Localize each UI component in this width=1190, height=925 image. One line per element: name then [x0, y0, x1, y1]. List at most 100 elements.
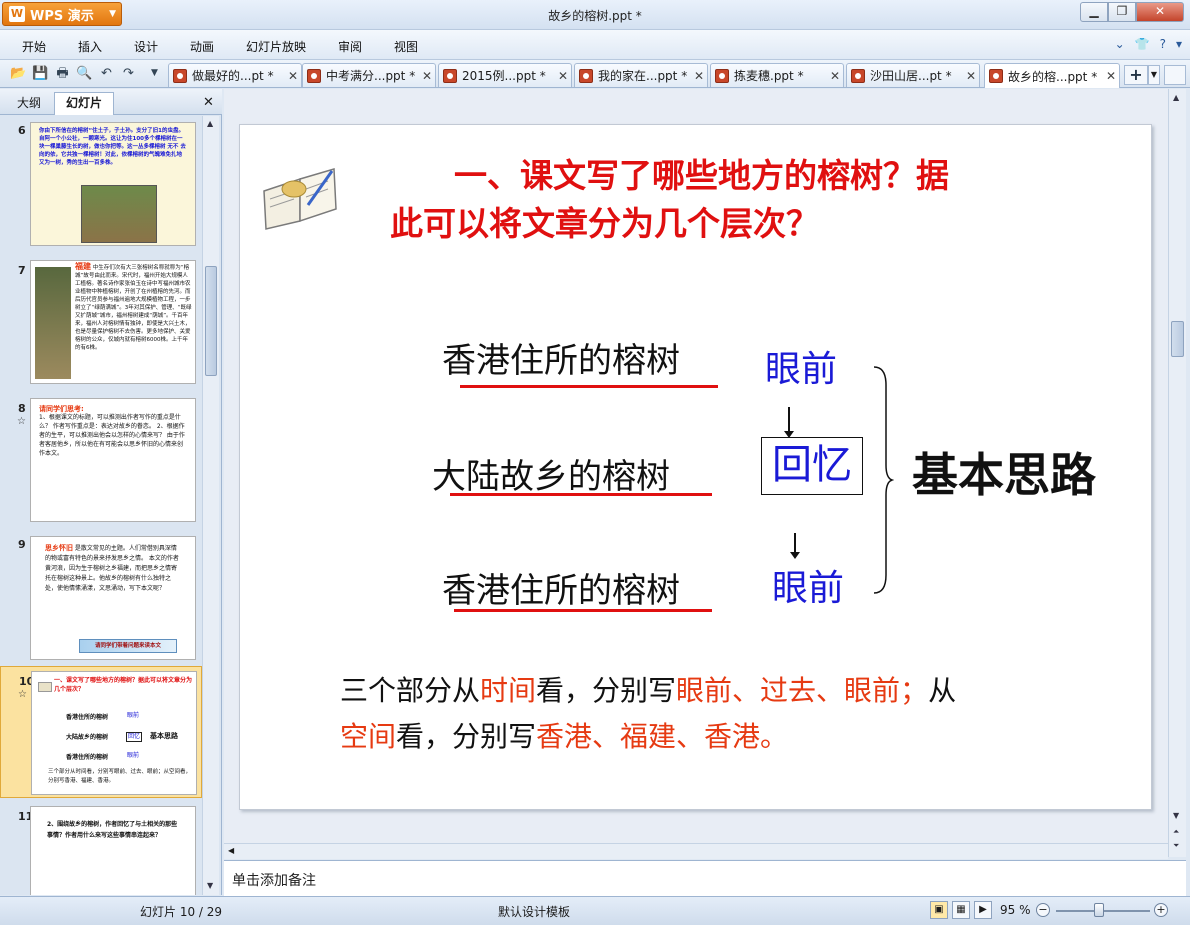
chevron-down-icon[interactable]: ⌄ [1115, 37, 1125, 51]
slide-sorter-view-button[interactable]: ▦ [952, 901, 970, 919]
ppt-file-icon [173, 68, 187, 83]
place-underline [460, 385, 718, 388]
doc-tab-label: 2015例...ppt * [462, 69, 546, 83]
scrollbar-thumb[interactable] [205, 266, 217, 376]
thumbnail-preview: 福建 中生存们次有大三张榕树名称就称为“榕城”故号由此而来。宋代时，福州开始大规… [30, 260, 196, 384]
thumbnail-text: 你由下所信在的榕树“住土子，子土孙。支分了旧1的虫盘。自阿一个小公社，一颗寒光。… [39, 128, 186, 166]
scrollbar-thumb[interactable] [1171, 321, 1184, 357]
body-text-highlight: 空间 [340, 720, 397, 753]
arrow-down-icon [790, 552, 800, 559]
open-folder-icon[interactable]: 📂 [10, 65, 27, 82]
menu-item-view[interactable]: 视图 [394, 38, 418, 55]
previous-slide-icon[interactable]: ⏶ [1173, 827, 1179, 837]
doc-tab-1[interactable]: 做最好的...pt * ✕ [168, 63, 302, 87]
print-icon[interactable]: 🖶 [54, 65, 71, 82]
save-icon[interactable]: 💾 [32, 65, 49, 82]
slideshow-view-button[interactable]: ▶ [974, 901, 992, 919]
body-text-highlight: 时间 [480, 674, 537, 707]
panel-tabs: 大纲 幻灯片 ✕ [0, 89, 222, 115]
scroll-down-icon[interactable]: ▼ [207, 881, 213, 890]
slide-panel: 大纲 幻灯片 ✕ 6 你由下所信在的榕树“住土子，子土孙。支分了旧1的虫盘。自阿… [0, 89, 222, 895]
undo-icon[interactable]: ↶ [98, 65, 115, 82]
slide-number: 6 [18, 124, 26, 137]
doc-tab-6[interactable]: 沙田山居...pt * ✕ [846, 63, 980, 87]
animation-star-icon: ☆ [18, 689, 27, 700]
close-tab-icon[interactable]: ✕ [1103, 69, 1119, 83]
right-brace [873, 366, 894, 594]
skin-icon[interactable]: 👕 [1135, 37, 1150, 51]
menu-bar: 开始 插入 设计 动画 幻灯片放映 审阅 视图 ⌄ 👕 ? ▾ [0, 30, 1190, 60]
menu-item-design[interactable]: 设计 [134, 38, 158, 55]
new-tab-button[interactable]: + [1124, 65, 1148, 85]
chevron-down-icon[interactable]: ▼ [1148, 65, 1160, 85]
window-list-button[interactable] [1164, 65, 1186, 85]
doc-tab-4[interactable]: 我的家在...ppt * ✕ [574, 63, 708, 87]
notes-pane[interactable]: 单击添加备注 [224, 860, 1186, 896]
banyan-photo [81, 185, 157, 243]
toolbar-dropdown-icon[interactable]: ▼ [146, 65, 163, 82]
slide-thumbnail-7[interactable]: 7 福建 中生存们次有大三张榕树名称就称为“榕城”故号由此而来。宋代时，福州开始… [0, 256, 202, 392]
menu-item-review[interactable]: 审阅 [338, 38, 362, 55]
tab-outline[interactable]: 大纲 [6, 92, 52, 115]
tab-slides[interactable]: 幻灯片 [54, 92, 114, 115]
zoom-out-button[interactable]: − [1036, 903, 1050, 917]
menu-item-insert[interactable]: 插入 [78, 38, 102, 55]
book-icon [38, 682, 52, 692]
slide-title-line-2: 此可以将文章分为几个层次？ [390, 204, 819, 243]
close-tab-icon[interactable]: ✕ [827, 69, 843, 83]
minimize-button[interactable]: ▁ [1080, 2, 1108, 22]
place-underline [454, 609, 712, 612]
thumbnail-label: 回忆 [126, 732, 143, 742]
menu-item-home[interactable]: 开始 [22, 38, 46, 55]
redo-icon[interactable]: ↷ [120, 65, 137, 82]
menu-item-slideshow[interactable]: 幻灯片放映 [246, 38, 306, 55]
scroll-up-icon[interactable]: ▲ [207, 119, 213, 128]
zoom-in-button[interactable]: + [1154, 903, 1168, 917]
close-tab-icon[interactable]: ✕ [419, 69, 435, 83]
scroll-left-icon[interactable]: ◀ [228, 846, 234, 855]
slide-title-line-1: 一、课文写了哪些地方的榕树？据 [454, 156, 949, 195]
slide-thumbnail-8[interactable]: 8 ☆ 请同学们思考: 1、根据课文的标题，可以推测出作者写作的重点是什么？ 作… [0, 394, 202, 528]
doc-tab-label: 我的家在...ppt * [598, 69, 688, 83]
next-slide-icon[interactable]: ⏷ [1173, 841, 1179, 851]
zoom-slider-knob[interactable] [1094, 903, 1104, 917]
slide-thumbnail-11[interactable]: 11 2、围绕故乡的榕树，作者回忆了与土相关的那些事情？作者用什么来写这些事情串… [0, 802, 202, 895]
body-text: 三个部分从 [340, 674, 481, 707]
thumbnail-scrollbar[interactable]: ▲ ▼ [202, 116, 219, 895]
close-tab-icon[interactable]: ✕ [285, 69, 301, 83]
body-text: 看，分别写 [536, 674, 677, 707]
horizontal-scrollbar[interactable]: ◀ [224, 843, 1168, 859]
doc-tab-3[interactable]: 2015例...ppt * ✕ [438, 63, 572, 87]
thumbnail-preview: 2、围绕故乡的榕树，作者回忆了与土相关的那些事情？作者用什么来写这些事情串连起来… [30, 806, 196, 895]
thumbnail-preview: 你由下所信在的榕树“住土子，子土孙。支分了旧1的虫盘。自阿一个小公社，一颗寒光。… [30, 122, 196, 246]
slide-thumbnail-10[interactable]: 10 ☆ 一、课文写了哪些地方的榕树？据此可以将文章分为几个层次？ 香港住所的榕… [0, 666, 202, 798]
maximize-button[interactable]: ❐ [1108, 2, 1136, 22]
place-underline [450, 493, 712, 496]
normal-view-button[interactable]: ▣ [930, 901, 948, 919]
close-icon[interactable]: ✕ [203, 95, 214, 110]
close-tab-icon[interactable]: ✕ [691, 69, 707, 83]
scroll-up-icon[interactable]: ▲ [1173, 93, 1179, 102]
slide-thumbnail-6[interactable]: 6 你由下所信在的榕树“住土子，子土孙。支分了旧1的虫盘。自阿一个小公社，一颗寒… [0, 116, 202, 252]
print-preview-icon[interactable]: 🔍 [76, 65, 93, 82]
close-tab-icon[interactable]: ✕ [555, 69, 571, 83]
slide-number: 9 [18, 538, 26, 551]
thumbnail-label: 眼前 [127, 712, 140, 719]
help-icon[interactable]: ? [1160, 37, 1166, 51]
doc-tab-active[interactable]: 故乡的榕...ppt * ✕ [984, 63, 1120, 88]
doc-tab-2[interactable]: 中考满分...ppt * ✕ [302, 63, 436, 87]
current-slide[interactable]: 一、课文写了哪些地方的榕树？据 此可以将文章分为几个层次？ 香港住所的榕树 大陆… [239, 124, 1152, 810]
scroll-down-icon[interactable]: ▼ [1173, 811, 1179, 820]
close-tab-icon[interactable]: ✕ [963, 69, 979, 83]
chevron-down-icon[interactable]: ▾ [1176, 37, 1182, 51]
close-window-button[interactable]: ✕ [1136, 2, 1184, 22]
slide-vertical-scrollbar[interactable]: ▲ ▼ ⏶ ⏷ [1168, 89, 1186, 857]
thumbnail-summary: 基本思路 [150, 732, 178, 740]
thumbnail-heading: 福建 [75, 262, 91, 271]
menu-item-animation[interactable]: 动画 [190, 38, 214, 55]
title-bar: W WPS 演示 ▼ 故乡的榕树.ppt * ▁ ❐ ✕ [0, 0, 1190, 30]
ppt-file-icon [851, 68, 865, 83]
slide-thumbnail-9[interactable]: 9 思乡怀旧 是散文常见的主题。人们常借别具深情的物或富有特色的景来抒发思乡之情… [0, 530, 202, 664]
doc-tab-5[interactable]: 拣麦穗.ppt * ✕ [710, 63, 844, 87]
slide-count: 幻灯片 10 / 29 [140, 905, 223, 919]
